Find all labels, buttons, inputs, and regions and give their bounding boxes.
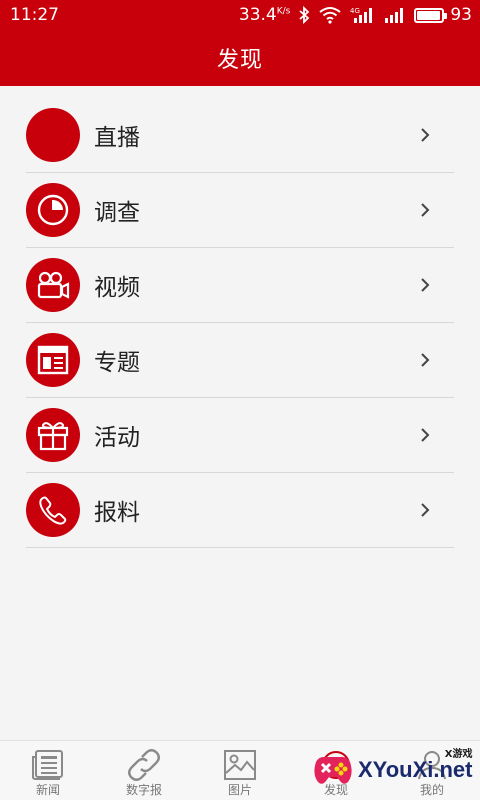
status-indicators: 33.4K/s 4G 93 [239, 5, 472, 25]
discover-icon [322, 751, 350, 779]
battery: 93 [414, 5, 472, 25]
chevron-right-icon [421, 503, 430, 517]
battery-percent: 93 [450, 5, 472, 25]
discover-menu: 直播 调查 视频 专题 活动 报料 [26, 98, 454, 548]
svg-text:4G: 4G [350, 7, 360, 15]
menu-item-report[interactable]: 报料 [26, 473, 454, 548]
net-speed-value: 33.4 [238, 5, 277, 25]
menu-item-label: 调查 [94, 200, 140, 226]
status-bar: 11:27 33.4K/s 4G 93 [0, 0, 480, 30]
menu-item-video[interactable]: 视频 [26, 248, 454, 323]
video-camera-icon [26, 258, 80, 312]
tab-discover[interactable]: 发现 [288, 741, 384, 800]
newspaper-icon [26, 333, 80, 387]
tab-label: 数字报 [125, 783, 162, 797]
menu-item-label: 活动 [94, 425, 140, 451]
tab-label: 图片 [227, 783, 252, 797]
menu-item-label: 专题 [94, 350, 140, 376]
chevron-right-icon [421, 278, 430, 292]
header: 发现 [0, 30, 480, 86]
tab-news[interactable]: 新闻 [0, 741, 96, 800]
phone-icon [26, 483, 80, 537]
bluetooth-icon [299, 6, 310, 24]
news-icon [32, 750, 63, 780]
net-speed: 33.4K/s [239, 5, 290, 25]
chevron-right-icon [421, 428, 430, 442]
gift-icon [26, 408, 80, 462]
status-time: 11:27 [10, 5, 59, 25]
tab-label: 我的 [419, 783, 444, 797]
net-speed-unit: K/s [276, 6, 291, 17]
menu-item-label: 报料 [94, 500, 140, 526]
tab-bar: 新闻 数字报 图片 发现 我的 [0, 740, 480, 800]
menu-item-live[interactable]: 直播 [26, 98, 454, 173]
signal-icon [385, 8, 404, 23]
menu-item-survey[interactable]: 调查 [26, 173, 454, 248]
menu-item-label: 视频 [94, 275, 140, 301]
menu-item-topic[interactable]: 专题 [26, 323, 454, 398]
battery-icon [414, 7, 448, 23]
link-icon [128, 749, 160, 781]
tab-mine[interactable]: 我的 [384, 741, 480, 800]
image-icon [224, 750, 256, 780]
user-icon [418, 751, 446, 780]
tab-label: 发现 [323, 783, 348, 797]
tab-digital-paper[interactable]: 数字报 [96, 741, 192, 800]
tab-pictures[interactable]: 图片 [192, 741, 288, 800]
chevron-right-icon [421, 128, 430, 142]
pie-chart-icon [26, 183, 80, 237]
page-title: 发现 [216, 48, 263, 73]
chevron-right-icon [421, 353, 430, 367]
wifi-icon [319, 7, 341, 24]
chevron-right-icon [421, 203, 430, 217]
menu-item-activity[interactable]: 活动 [26, 398, 454, 473]
signal-4g-icon: 4G [350, 7, 373, 23]
live-icon [26, 108, 80, 162]
tab-label: 新闻 [35, 783, 60, 797]
menu-item-label: 直播 [94, 125, 140, 151]
battery-level [417, 10, 440, 20]
